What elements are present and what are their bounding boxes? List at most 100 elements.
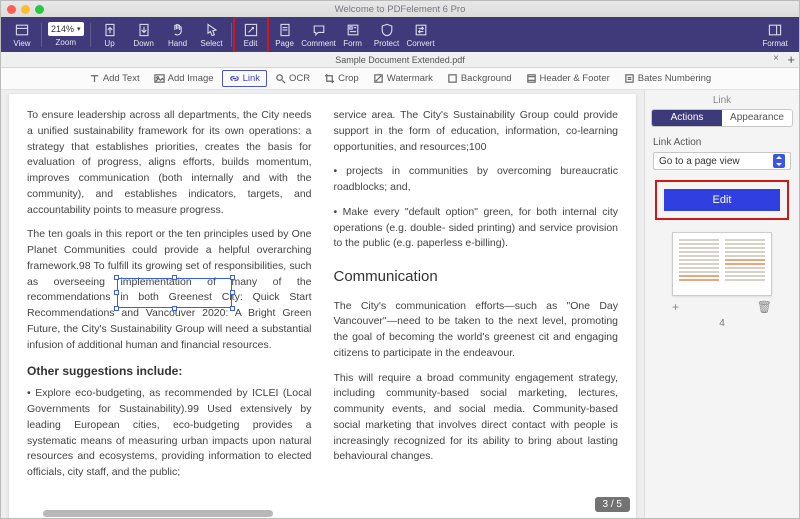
protect-button[interactable]: Protect [370, 17, 404, 52]
separator [41, 23, 42, 47]
body-paragraph: This will require a broad community enga… [334, 371, 619, 466]
link-action-select[interactable]: Go to a page view [653, 152, 791, 170]
chevron-down-icon: ▾ [77, 25, 81, 33]
add-image-button[interactable]: Add Image [148, 71, 220, 86]
watermark-label: Watermark [387, 73, 433, 84]
header-footer-label: Header & Footer [540, 73, 610, 84]
tab-appearance[interactable]: Appearance [722, 110, 792, 126]
link-action-value: Go to a page view [659, 156, 740, 167]
comment-label: Comment [301, 39, 336, 48]
panel-tabs: Actions Appearance [651, 109, 793, 127]
edit-button[interactable]: Edit [234, 17, 268, 52]
header-footer-button[interactable]: Header & Footer [520, 71, 616, 86]
view-icon [14, 22, 30, 38]
link-action-label: Link Action [653, 137, 791, 148]
right-panel: Link Actions Appearance Link Action Go t… [644, 90, 799, 518]
convert-icon [413, 22, 429, 38]
page-thumbnail[interactable] [672, 232, 772, 296]
add-page-button[interactable]: + [672, 300, 679, 314]
tab-actions[interactable]: Actions [652, 110, 722, 126]
select-button[interactable]: Select [195, 17, 229, 52]
format-button[interactable]: Format [755, 17, 795, 52]
edit-label: Edit [244, 39, 258, 48]
format-label: Format [762, 39, 787, 48]
page-button[interactable]: Page [268, 17, 302, 52]
body-paragraph: service area. The City's Sustainability … [334, 108, 619, 155]
bates-icon [624, 73, 635, 84]
horizontal-scrollbar[interactable] [13, 509, 474, 518]
stepper-arrows-icon [773, 154, 785, 168]
link-label: Link [243, 73, 260, 84]
crop-button[interactable]: Crop [318, 71, 365, 86]
panel-title: Link [645, 90, 799, 109]
add-tab-button[interactable]: + [787, 52, 795, 67]
body-paragraph: To ensure leadership across all departme… [27, 108, 312, 218]
crop-icon [324, 73, 335, 84]
edit-subtoolbar: Add Text Add Image Link OCR Crop Waterma… [1, 68, 799, 90]
separator [231, 23, 232, 47]
add-text-button[interactable]: Add Text [83, 71, 146, 86]
down-button[interactable]: Down [127, 17, 161, 52]
hand-label: Hand [168, 39, 187, 48]
page-label: Page [275, 39, 294, 48]
thumbnail-page-number: 4 [719, 318, 725, 329]
convert-label: Convert [407, 39, 435, 48]
hand-button[interactable]: Hand [161, 17, 195, 52]
main-toolbar: View 214% ▾ Zoom Up Down Hand Select Edi… [1, 17, 799, 52]
ocr-button[interactable]: OCR [269, 71, 316, 86]
section-heading: Other suggestions include: [27, 362, 312, 380]
body-paragraph: The City's communication efforts—such as… [334, 299, 619, 362]
select-label: Select [200, 39, 222, 48]
link-icon [229, 73, 240, 84]
main-area: To ensure leadership across all departme… [1, 90, 799, 518]
pdf-page: To ensure leadership across all departme… [9, 94, 636, 518]
text-icon [89, 73, 100, 84]
ocr-icon [275, 73, 286, 84]
view-label: View [13, 39, 30, 48]
add-image-label: Add Image [168, 73, 214, 84]
page-counter: 3 / 5 [595, 497, 630, 512]
form-icon [345, 22, 361, 38]
edit-link-button[interactable]: Edit [664, 189, 780, 211]
down-label: Down [133, 39, 153, 48]
page-thumbnail-area: + 🗑 4 [655, 232, 789, 329]
comment-button[interactable]: Comment [302, 17, 336, 52]
link-button[interactable]: Link [222, 70, 267, 87]
separator [90, 23, 91, 47]
background-label: Background [461, 73, 512, 84]
up-button[interactable]: Up [93, 17, 127, 52]
edit-icon [243, 22, 259, 38]
document-tab[interactable]: Sample Document Extended.pdf [1, 55, 799, 65]
document-viewport[interactable]: To ensure leadership across all departme… [1, 90, 644, 518]
convert-button[interactable]: Convert [404, 17, 438, 52]
form-label: Form [343, 39, 362, 48]
page-icon [277, 22, 293, 38]
delete-page-button[interactable]: 🗑 [757, 300, 772, 314]
cursor-icon [204, 22, 220, 38]
selection-handles[interactable] [117, 278, 232, 308]
up-label: Up [104, 39, 114, 48]
zoom-value: 214% [51, 24, 74, 34]
form-button[interactable]: Form [336, 17, 370, 52]
watermark-button[interactable]: Watermark [367, 71, 439, 86]
image-icon [154, 73, 165, 84]
shield-icon [379, 22, 395, 38]
comment-icon [311, 22, 327, 38]
window-titlebar: Welcome to PDFelement 6 Pro [1, 1, 799, 17]
watermark-icon [373, 73, 384, 84]
body-paragraph: • Make every "default option" green, for… [334, 205, 619, 252]
close-tab-button[interactable]: × [773, 53, 779, 64]
view-button[interactable]: View [5, 17, 39, 52]
body-paragraph: • Explore eco-budgeting, as recommended … [27, 386, 312, 481]
arrow-down-icon [136, 22, 152, 38]
arrow-up-icon [102, 22, 118, 38]
add-text-label: Add Text [103, 73, 140, 84]
bates-button[interactable]: Bates Numbering [618, 71, 717, 86]
format-icon [767, 22, 783, 38]
app-title: Welcome to PDFelement 6 Pro [1, 4, 799, 15]
zoom-control[interactable]: 214% ▾ Zoom [48, 17, 84, 52]
background-icon [447, 73, 458, 84]
background-button[interactable]: Background [441, 71, 518, 86]
zoom-label: Zoom [56, 38, 76, 47]
protect-label: Protect [374, 39, 399, 48]
